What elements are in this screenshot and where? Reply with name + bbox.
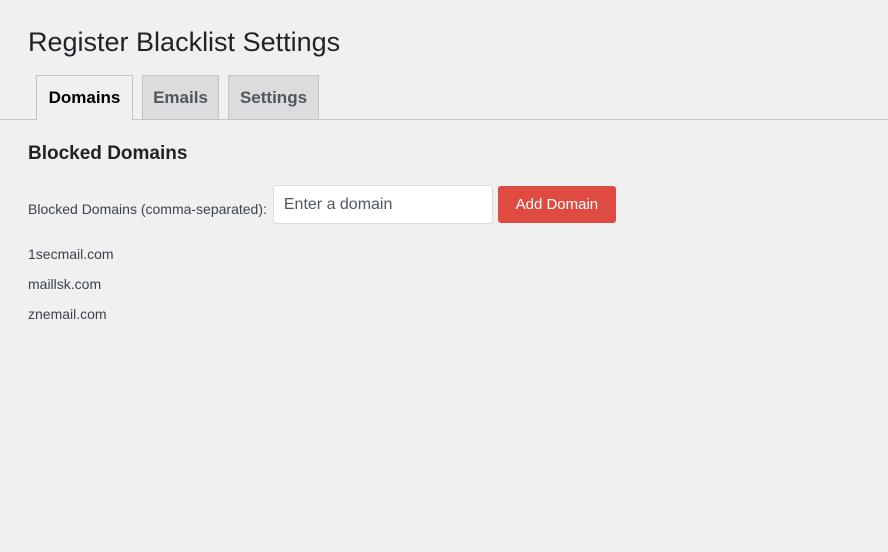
blocked-domains-label: Blocked Domains (comma-separated):	[28, 200, 267, 217]
page-title: Register Blacklist Settings	[28, 27, 341, 57]
list-item: 1secmail.com	[28, 246, 114, 262]
tab-emails[interactable]: Emails	[142, 75, 219, 119]
domain-input[interactable]	[272, 185, 493, 224]
tab-settings[interactable]: Settings	[228, 75, 319, 119]
list-item: maillsk.com	[28, 276, 102, 292]
tab-domains[interactable]: Domains	[36, 75, 133, 120]
list-item: znemail.com	[28, 306, 107, 322]
add-domain-button[interactable]: Add Domain	[497, 186, 616, 223]
section-title: Blocked Domains	[28, 143, 188, 164]
blocked-domain-list: 1secmail.com maillsk.com znemail.com	[28, 244, 114, 334]
settings-page: Register Blacklist Settings Domains Emai…	[0, 0, 888, 552]
tab-bar: Domains Emails Settings	[0, 75, 888, 120]
add-domain-form: Blocked Domains (comma-separated): Add D…	[28, 185, 616, 224]
